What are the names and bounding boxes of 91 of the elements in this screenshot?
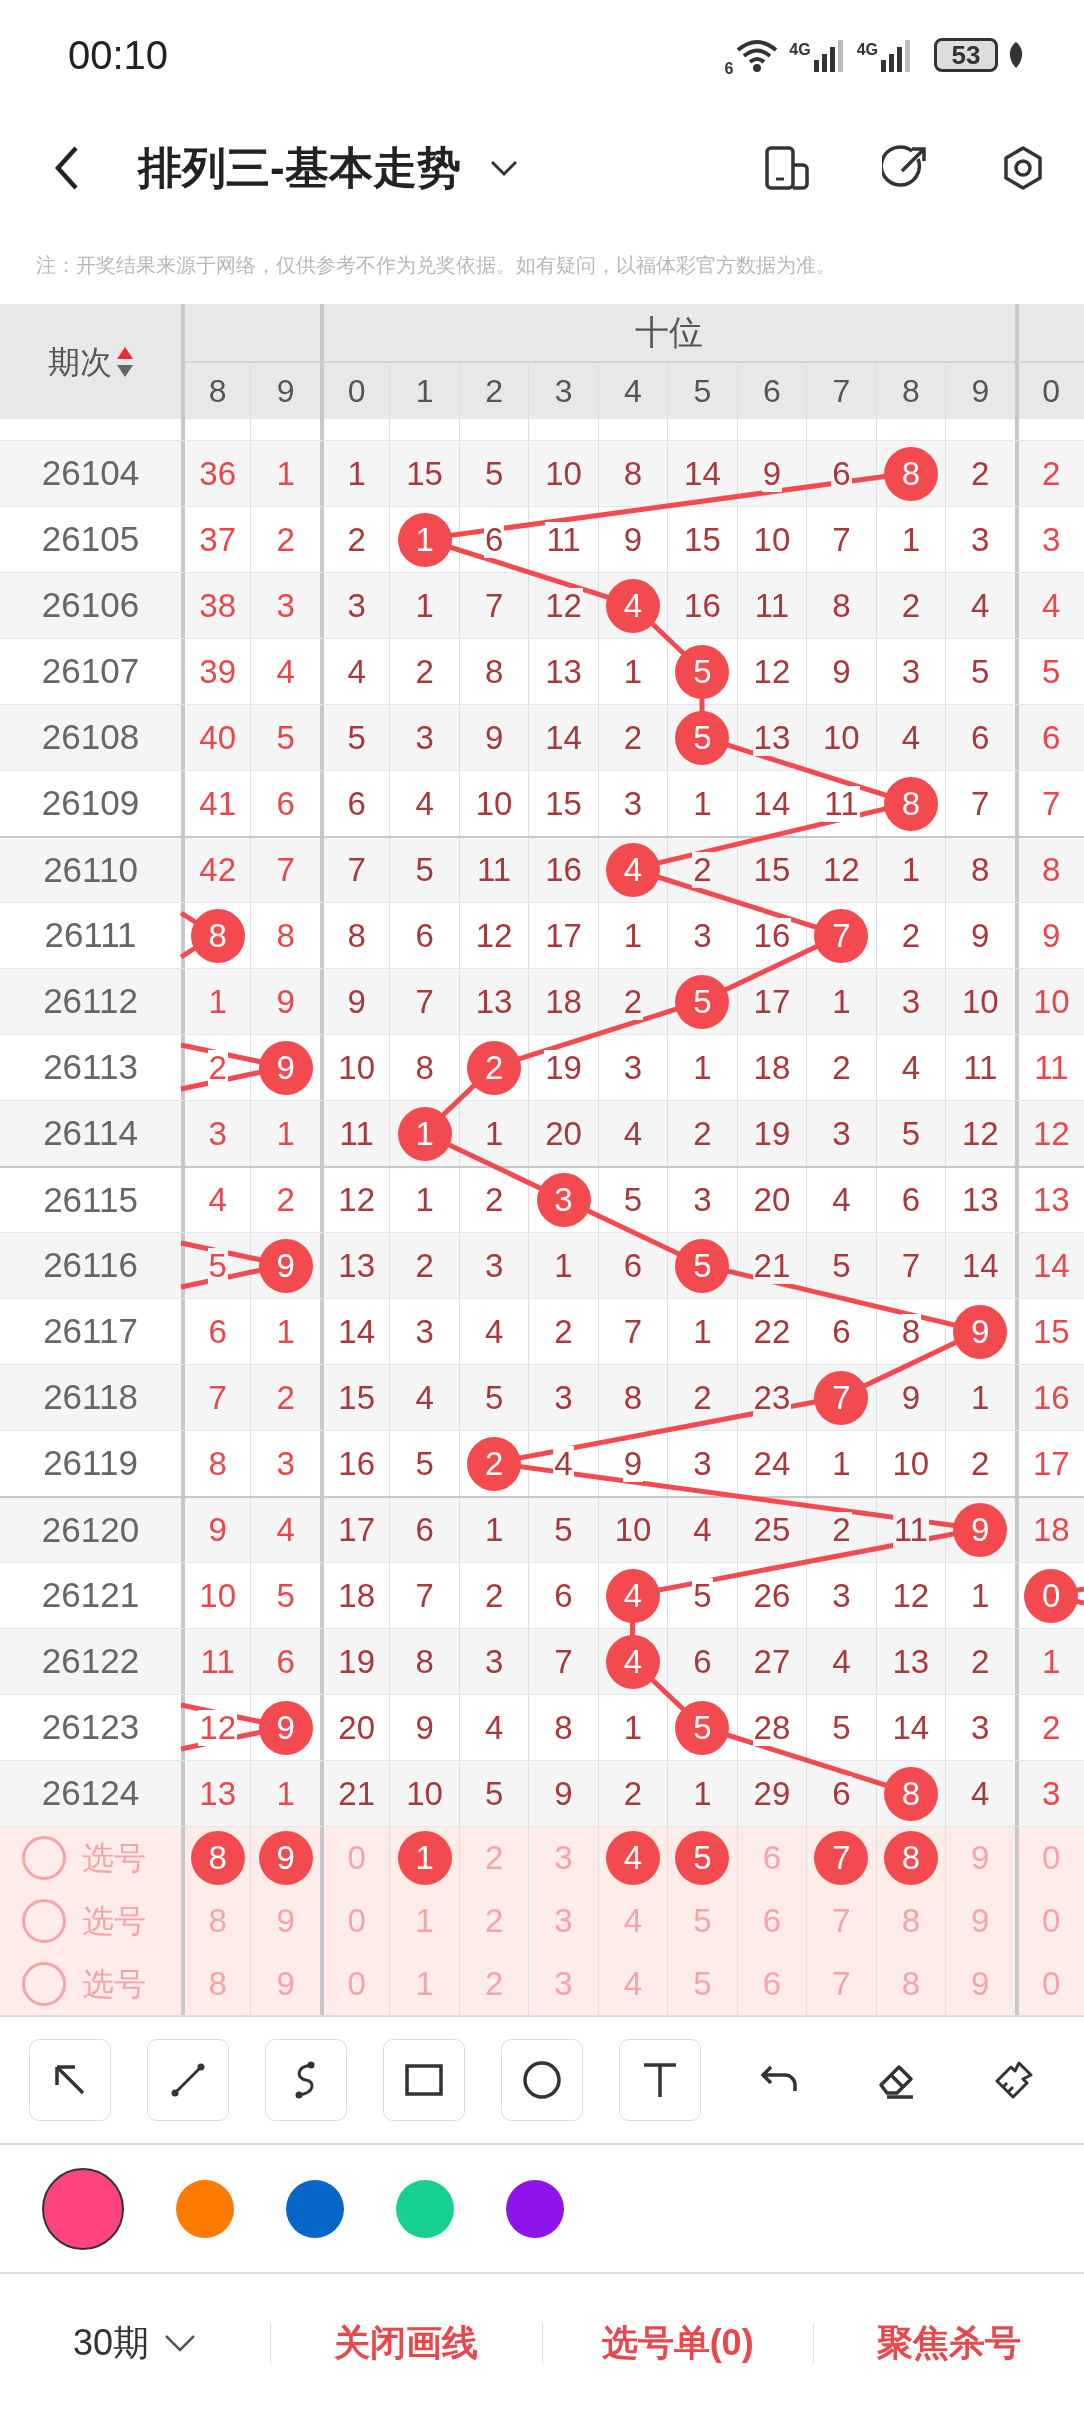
issue-number: 26113 xyxy=(42,1046,139,1089)
number-option[interactable]: 0 xyxy=(1042,1895,1061,1946)
chevron-icon xyxy=(163,2333,198,2353)
issue-number: 26105 xyxy=(40,518,141,561)
wifi-label: 6 xyxy=(724,59,734,79)
issue-number: 26116 xyxy=(42,1244,139,1287)
number-option[interactable]: 9 xyxy=(276,1895,295,1946)
number-option[interactable]: 7 xyxy=(832,1958,851,2009)
number-option[interactable]: 0 xyxy=(1042,1958,1061,2009)
number-option[interactable]: 2 xyxy=(484,1895,504,1946)
issue-number: 26123 xyxy=(40,1706,141,1749)
color-swatch[interactable] xyxy=(286,2179,344,2238)
issue-number: 26112 xyxy=(42,980,139,1023)
tool-button[interactable] xyxy=(383,2039,465,2121)
issue-number: 26118 xyxy=(42,1376,139,1419)
issue-number: 26106 xyxy=(40,584,141,627)
issue-number: 26117 xyxy=(42,1310,139,1353)
action-button[interactable]: 选号单(0) xyxy=(601,2316,754,2370)
number-option[interactable]: 8 xyxy=(208,1895,227,1946)
issue-number: 26124 xyxy=(40,1772,141,1815)
radio-button[interactable] xyxy=(22,1961,66,2006)
pick-label: 选号 xyxy=(82,1901,146,1941)
table-cell: 12 xyxy=(198,1709,238,1746)
number-option[interactable]: 7 xyxy=(832,1895,851,1946)
device-icon[interactable] xyxy=(764,144,810,191)
table-cell: 11 xyxy=(892,1512,929,1548)
color-swatch[interactable] xyxy=(176,2179,234,2238)
issue-number: 26110 xyxy=(42,848,139,891)
issue-number: 26107 xyxy=(40,650,141,693)
number-option[interactable]: 4 xyxy=(623,1958,643,2009)
issue-number: 26109 xyxy=(40,782,141,825)
number-option[interactable]: 8 xyxy=(901,1958,920,2009)
number-option[interactable]: 1 xyxy=(415,1958,434,2009)
table-cell: 11 xyxy=(823,785,860,822)
number-option[interactable]: 9 xyxy=(971,1958,990,2009)
color-swatch[interactable] xyxy=(506,2179,564,2238)
number-option[interactable]: 6 xyxy=(762,1958,782,2009)
number-option[interactable]: 3 xyxy=(554,1958,573,2009)
page-title: 排列三-基本走势 xyxy=(138,141,461,194)
number-option[interactable]: 9 xyxy=(276,1958,295,2009)
radio-button[interactable] xyxy=(22,1836,66,1880)
issue-number: 26108 xyxy=(40,716,141,759)
issue-number: 26111 xyxy=(43,914,138,957)
issue-number: 26122 xyxy=(40,1640,141,1683)
color-swatch[interactable] xyxy=(396,2179,454,2238)
issue-number: 26121 xyxy=(40,1574,141,1617)
issue-number: 26114 xyxy=(42,1112,139,1155)
number-option[interactable]: 0 xyxy=(1042,1833,1061,1883)
number-option[interactable]: 8 xyxy=(901,1895,920,1946)
tool-button[interactable] xyxy=(619,2039,701,2121)
number-option[interactable]: 1 xyxy=(415,1895,434,1946)
period-count-dropdown[interactable]: 30期 xyxy=(73,2316,198,2370)
issue-number: 26120 xyxy=(40,1508,141,1551)
number-option[interactable]: 2 xyxy=(484,1958,504,2009)
status-time: 00:10 xyxy=(68,32,169,79)
table-cell: 2 xyxy=(207,1049,228,1086)
number-option[interactable]: 5 xyxy=(693,1958,712,2009)
number-option[interactable]: 3 xyxy=(554,1833,573,1883)
network-label: 4G xyxy=(789,40,811,60)
number-option[interactable]: 0 xyxy=(347,1895,366,1946)
number-option[interactable]: 9 xyxy=(971,1895,990,1946)
number-option[interactable]: 6 xyxy=(762,1895,782,1946)
number-option[interactable]: 2 xyxy=(484,1833,504,1883)
table-cell: 2 xyxy=(692,852,713,888)
issue-number: 26104 xyxy=(40,452,141,495)
number-option[interactable]: 4 xyxy=(623,1895,643,1946)
disclaimer-note: 注：开奖结果来源于网络，仅供参考不作为兑奖依据。如有疑问，以福体彩官方数据为准。 xyxy=(36,252,836,278)
action-button[interactable]: 关闭画线 xyxy=(334,2316,479,2370)
table-cell: 5 xyxy=(207,1247,228,1284)
issue-number: 26115 xyxy=(42,1178,139,1221)
network-label: 4G xyxy=(856,40,878,60)
group-header: 十位 xyxy=(635,312,704,353)
battery-level: 53 xyxy=(934,38,998,72)
number-option[interactable]: 9 xyxy=(971,1833,990,1883)
number-option[interactable]: 3 xyxy=(554,1895,573,1946)
pick-label: 选号 xyxy=(82,1839,146,1878)
wifi-icon xyxy=(735,38,780,72)
leaf-icon xyxy=(1008,40,1024,70)
number-option[interactable]: 0 xyxy=(347,1958,366,2009)
action-button[interactable]: 聚焦杀号 xyxy=(876,2316,1021,2370)
number-option[interactable]: 6 xyxy=(762,1833,782,1883)
period-header: 期次 xyxy=(47,342,112,382)
pick-label: 选号 xyxy=(82,1964,146,2004)
number-option[interactable]: 0 xyxy=(347,1833,366,1883)
tool-button[interactable] xyxy=(265,2039,347,2121)
tool-button[interactable] xyxy=(501,2039,583,2121)
number-option[interactable]: 5 xyxy=(693,1895,712,1946)
radio-button[interactable] xyxy=(22,1898,66,1943)
number-option[interactable]: 8 xyxy=(208,1958,227,2009)
tool-button[interactable] xyxy=(29,2039,111,2121)
issue-number: 26119 xyxy=(42,1442,139,1485)
